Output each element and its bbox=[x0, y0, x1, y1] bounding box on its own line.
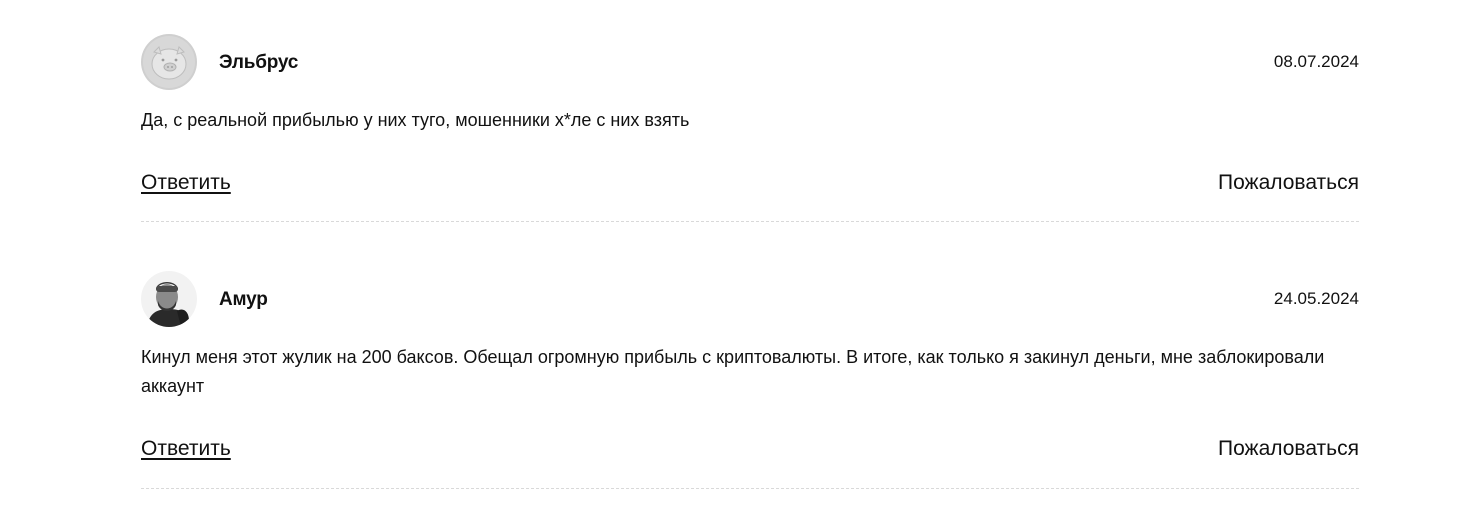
comments-list: Эльбрус 08.07.2024 Да, с реальной прибыл… bbox=[141, 0, 1359, 489]
avatar bbox=[141, 34, 197, 90]
comment-actions: Ответить Пожаловаться bbox=[141, 171, 1359, 201]
comment-author: Амур bbox=[219, 289, 268, 310]
reply-link[interactable]: Ответить bbox=[141, 171, 231, 195]
comment-date: 08.07.2024 bbox=[1273, 52, 1359, 71]
report-link[interactable]: Пожаловаться bbox=[1218, 437, 1359, 461]
piggy-avatar-icon bbox=[141, 34, 197, 90]
comment-date: 24.05.2024 bbox=[1273, 289, 1359, 308]
comment-item: Амур 24.05.2024 Кинул меня этот жулик на… bbox=[141, 221, 1359, 489]
comment-text: Да, с реальной прибылью у них туго, моше… bbox=[141, 110, 690, 130]
reply-link[interactable]: Ответить bbox=[141, 437, 231, 461]
comment-actions: Ответить Пожаловаться bbox=[141, 437, 1359, 467]
comment-author: Эльбрус bbox=[219, 52, 299, 73]
avatar bbox=[141, 271, 197, 327]
comment-item: Эльбрус 08.07.2024 Да, с реальной прибыл… bbox=[141, 0, 1359, 222]
comment-header: Амур 24.05.2024 bbox=[141, 271, 1359, 329]
comment-text: Кинул меня этот жулик на 200 баксов. Обе… bbox=[141, 347, 1325, 396]
report-link[interactable]: Пожаловаться bbox=[1218, 171, 1359, 195]
comment-header: Эльбрус 08.07.2024 bbox=[141, 34, 1359, 92]
user-photo-avatar-icon bbox=[141, 271, 197, 327]
